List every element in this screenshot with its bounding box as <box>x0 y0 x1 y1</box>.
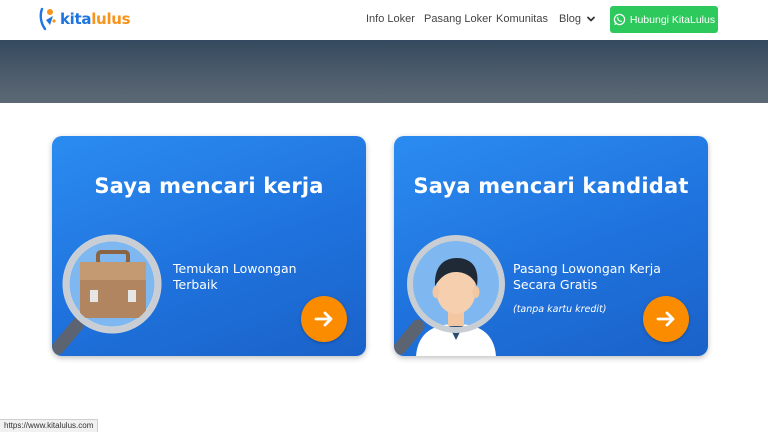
arrow-right-icon <box>314 311 333 327</box>
briefcase-magnifier-icon <box>52 234 162 355</box>
arrow-right-icon <box>656 311 675 327</box>
employer-card-subtitle: Pasang Lowongan Kerja Secara Gratis <box>513 261 661 292</box>
chevron-down-icon <box>587 16 595 22</box>
job-seeker-card[interactable]: Saya mencari kerja Temukan Lowongan Terb… <box>52 136 366 356</box>
nav-pasang-loker[interactable]: Pasang Loker <box>424 13 492 25</box>
nav-blog-label: Blog <box>559 13 582 25</box>
nav-komunitas[interactable]: Komunitas <box>496 13 548 25</box>
job-seeker-arrow-button[interactable] <box>301 296 347 342</box>
hubungi-kitalulus-label: Hubungi KitaLulus <box>629 13 716 26</box>
employer-card-title: Saya mencari kandidat <box>413 174 689 198</box>
nav-info-loker[interactable]: Info Loker <box>366 13 415 25</box>
employer-arrow-button[interactable] <box>643 296 689 342</box>
job-seeker-card-subtitle: Temukan Lowongan Terbaik <box>173 261 297 292</box>
site-header: kitalulus Info Loker Pasang Loker Komuni… <box>0 0 768 40</box>
job-seeker-card-title: Saya mencari kerja <box>94 174 324 198</box>
employer-card[interactable]: Saya mencari kandidat Pasang Lowongan Ke… <box>394 136 708 356</box>
whatsapp-icon <box>613 13 626 26</box>
hubungi-kitalulus-button[interactable]: Hubungi KitaLulus <box>610 6 718 33</box>
employer-card-note: (tanpa kartu kredit) <box>513 304 607 315</box>
person-magnifier-icon <box>394 235 505 356</box>
nav-blog[interactable]: Blog <box>559 13 596 25</box>
browser-status-url: https://www.kitalulus.com <box>0 419 99 432</box>
hero-banner <box>0 40 768 103</box>
